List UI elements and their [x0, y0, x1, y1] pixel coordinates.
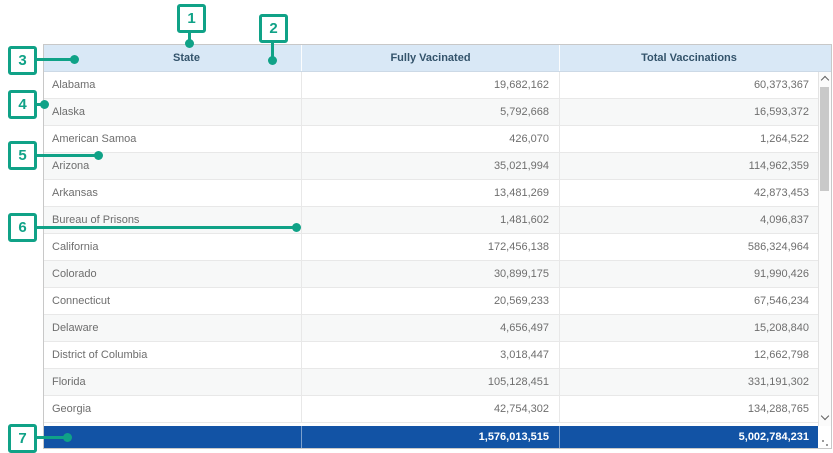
fully-vaccinated-cell: 4,656,497 — [302, 315, 560, 341]
table-row: Connecticut 20,569,233 67,546,234 — [44, 288, 831, 315]
scroll-down-button[interactable] — [819, 410, 831, 424]
table-row: American Samoa 426,070 1,264,522 — [44, 126, 831, 153]
callout-6-dot — [292, 223, 301, 232]
total-vaccinations-cell: 15,208,840 — [560, 315, 818, 341]
callout-7-number: 7 — [8, 424, 37, 453]
table-row: California 172,456,138 586,324,964 — [44, 234, 831, 261]
table-row: Alaska 5,792,668 16,593,372 — [44, 99, 831, 126]
header-fully-vaccinated: Fully Vacinated — [302, 45, 560, 71]
callout-1-dot — [185, 39, 194, 48]
header-filler — [818, 45, 831, 71]
callout-2-dot — [268, 56, 277, 65]
state-cell: American Samoa — [44, 126, 302, 152]
state-cell: Georgia — [44, 396, 302, 422]
table-row: District of Columbia 3,018,447 12,662,79… — [44, 342, 831, 369]
state-cell: Florida — [44, 369, 302, 395]
total-vaccinations-cell: 60,373,367 — [560, 72, 818, 98]
state-cell: Connecticut — [44, 288, 302, 314]
table-row: Arizona 35,021,994 114,962,359 — [44, 153, 831, 180]
fully-vaccinated-cell: 20,569,233 — [302, 288, 560, 314]
fully-vaccinated-cell: 30,899,175 — [302, 261, 560, 287]
totals-fully-vaccinated: 1,576,013,515 — [302, 426, 560, 448]
total-vaccinations-cell: 114,962,359 — [560, 153, 818, 179]
header-state: State — [44, 45, 302, 71]
chevron-up-icon — [821, 76, 829, 84]
fully-vaccinated-cell: 426,070 — [302, 126, 560, 152]
total-vaccinations-cell: 67,546,234 — [560, 288, 818, 314]
table-body: Alabama 19,682,162 60,373,367 Alaska 5,7… — [44, 72, 831, 426]
fully-vaccinated-cell: 5,792,668 — [302, 99, 560, 125]
callout-5-dot — [94, 151, 103, 160]
state-cell: Colorado — [44, 261, 302, 287]
state-cell: Delaware — [44, 315, 302, 341]
callout-5-connector — [36, 154, 98, 157]
state-cell: Alaska — [44, 99, 302, 125]
total-vaccinations-cell: 42,873,453 — [560, 180, 818, 206]
total-vaccinations-cell: 16,593,372 — [560, 99, 818, 125]
resize-grip-icon[interactable] — [822, 440, 824, 442]
callout-6-connector — [36, 226, 296, 229]
totals-state-cell — [44, 426, 302, 448]
total-vaccinations-cell: 12,662,798 — [560, 342, 818, 368]
fully-vaccinated-cell: 105,128,451 — [302, 369, 560, 395]
total-vaccinations-cell: 1,264,522 — [560, 126, 818, 152]
callout-3-dot — [70, 55, 79, 64]
table-row: Bureau of Prisons 1,481,602 4,096,837 — [44, 207, 831, 234]
total-vaccinations-cell: 586,324,964 — [560, 234, 818, 260]
table-row: Florida 105,128,451 331,191,302 — [44, 369, 831, 396]
state-cell: District of Columbia — [44, 342, 302, 368]
scroll-up-button[interactable] — [819, 72, 831, 86]
fully-vaccinated-cell: 3,018,447 — [302, 342, 560, 368]
header-total-vaccinations: Total Vaccinations — [560, 45, 818, 71]
screenshot-canvas: State Fully Vacinated Total Vaccinations… — [0, 0, 833, 453]
fully-vaccinated-cell: 1,481,602 — [302, 207, 560, 233]
table-row: Georgia 42,754,302 134,288,765 — [44, 396, 831, 423]
state-cell: California — [44, 234, 302, 260]
vaccination-table: State Fully Vacinated Total Vaccinations… — [43, 44, 832, 449]
table-row: Delaware 4,656,497 15,208,840 — [44, 315, 831, 342]
callout-5-number: 5 — [8, 141, 37, 170]
table-row: Arkansas 13,481,269 42,873,453 — [44, 180, 831, 207]
callout-4-number: 4 — [8, 90, 37, 119]
table-row: Colorado 30,899,175 91,990,426 — [44, 261, 831, 288]
state-cell: Alabama — [44, 72, 302, 98]
callout-6-number: 6 — [8, 213, 37, 242]
fully-vaccinated-cell: 42,754,302 — [302, 396, 560, 422]
fully-vaccinated-cell: 19,682,162 — [302, 72, 560, 98]
callout-4-dot — [40, 100, 49, 109]
fully-vaccinated-cell: 35,021,994 — [302, 153, 560, 179]
total-vaccinations-cell: 91,990,426 — [560, 261, 818, 287]
totals-row: 1,576,013,515 5,002,784,231 — [44, 426, 818, 448]
state-cell: Arkansas — [44, 180, 302, 206]
chevron-down-icon — [821, 412, 829, 420]
state-cell: Bureau of Prisons — [44, 207, 302, 233]
callout-2-number: 2 — [259, 14, 288, 43]
total-vaccinations-cell: 331,191,302 — [560, 369, 818, 395]
vertical-scrollbar[interactable] — [818, 72, 831, 426]
callout-1-number: 1 — [177, 4, 206, 33]
fully-vaccinated-cell: 13,481,269 — [302, 180, 560, 206]
callout-7-dot — [63, 433, 72, 442]
total-vaccinations-cell: 134,288,765 — [560, 396, 818, 422]
fully-vaccinated-cell: 172,456,138 — [302, 234, 560, 260]
scrollbar-thumb[interactable] — [820, 87, 829, 191]
totals-total-vaccinations: 5,002,784,231 — [560, 426, 818, 448]
table-row: Alabama 19,682,162 60,373,367 — [44, 72, 831, 99]
table-header-row: State Fully Vacinated Total Vaccinations — [44, 45, 831, 72]
callout-3-connector — [36, 58, 72, 61]
total-vaccinations-cell: 4,096,837 — [560, 207, 818, 233]
callout-3-number: 3 — [8, 46, 37, 75]
